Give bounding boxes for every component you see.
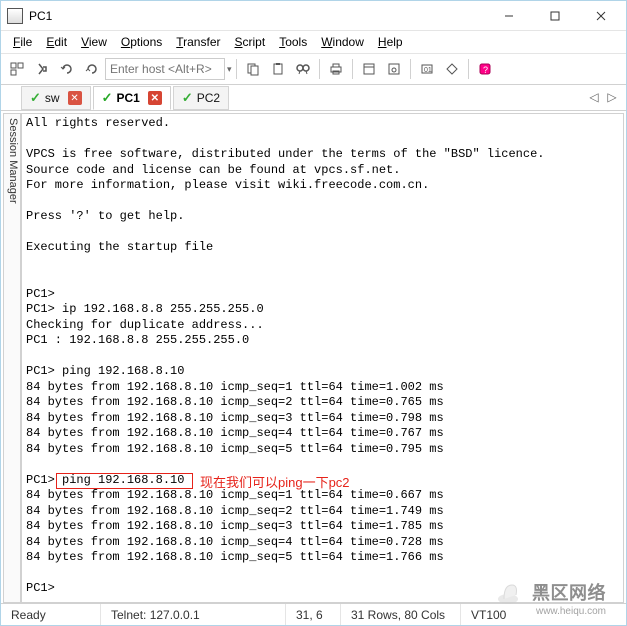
terminal[interactable]: All rights reserved. VPCS is free softwa… bbox=[22, 114, 623, 602]
status-ready: Ready bbox=[1, 604, 101, 625]
window-title: PC1 bbox=[29, 9, 52, 23]
tab-pc2[interactable]: ✓ PC2 bbox=[173, 86, 229, 110]
tab-sw[interactable]: ✓ sw ✕ bbox=[21, 86, 91, 110]
tabbar: ✓sw✕✓PC1✕✓PC2 ◁ ▷ bbox=[1, 85, 626, 111]
tab-scroll-left[interactable]: ◁ bbox=[586, 89, 602, 105]
options-button[interactable] bbox=[382, 57, 406, 81]
tab-label: sw bbox=[45, 91, 60, 105]
menu-item-file[interactable]: File bbox=[7, 33, 38, 51]
status-connection: Telnet: 127.0.0.1 bbox=[101, 604, 286, 625]
svg-text:01: 01 bbox=[424, 67, 432, 74]
check-icon: ✓ bbox=[30, 90, 41, 106]
help-button[interactable]: ? bbox=[473, 57, 497, 81]
tab-label: PC1 bbox=[116, 91, 139, 105]
titlebar: PC1 bbox=[1, 1, 626, 31]
close-button[interactable] bbox=[578, 1, 624, 31]
menu-item-edit[interactable]: Edit bbox=[40, 33, 73, 51]
session-manager-button[interactable] bbox=[5, 57, 29, 81]
menu-item-transfer[interactable]: Transfer bbox=[170, 33, 226, 51]
tab-close-icon[interactable]: ✕ bbox=[68, 91, 82, 105]
statusbar: Ready Telnet: 127.0.0.1 31, 6 31 Rows, 8… bbox=[1, 603, 626, 625]
tab-close-icon[interactable]: ✕ bbox=[148, 91, 162, 105]
status-size: 31 Rows, 80 Cols bbox=[341, 604, 461, 625]
status-cursor: 31, 6 bbox=[286, 604, 341, 625]
app-icon bbox=[7, 8, 23, 24]
tab-pc1[interactable]: ✓PC1 ✕ bbox=[93, 86, 171, 110]
tab-label: PC2 bbox=[197, 91, 220, 105]
check-icon: ✓ bbox=[102, 90, 113, 106]
paste-button[interactable] bbox=[266, 57, 290, 81]
menu-item-view[interactable]: View bbox=[75, 33, 113, 51]
xmodem-button[interactable] bbox=[440, 57, 464, 81]
session-manager-sidebar[interactable]: Session Manager bbox=[3, 113, 21, 603]
disconnect-button[interactable] bbox=[80, 57, 104, 81]
quick-connect-button[interactable] bbox=[30, 57, 54, 81]
maximize-button[interactable] bbox=[532, 1, 578, 31]
tab-scroll-right[interactable]: ▷ bbox=[604, 89, 620, 105]
menu-item-tools[interactable]: Tools bbox=[273, 33, 313, 51]
host-input[interactable] bbox=[105, 58, 225, 80]
find-button[interactable] bbox=[291, 57, 315, 81]
svg-text:?: ? bbox=[483, 65, 488, 75]
copy-button[interactable] bbox=[241, 57, 265, 81]
toolbar: ▾ 01 ? bbox=[1, 53, 626, 85]
menu-item-help[interactable]: Help bbox=[372, 33, 409, 51]
check-icon: ✓ bbox=[182, 90, 193, 106]
menu-item-window[interactable]: Window bbox=[315, 33, 370, 51]
hex-view-button[interactable]: 01 bbox=[415, 57, 439, 81]
print-button[interactable] bbox=[324, 57, 348, 81]
status-terminal-type: VT100 bbox=[461, 604, 516, 625]
host-dropdown-icon[interactable]: ▾ bbox=[227, 64, 232, 75]
menu-item-options[interactable]: Options bbox=[115, 33, 168, 51]
properties-button[interactable] bbox=[357, 57, 381, 81]
menu-item-script[interactable]: Script bbox=[229, 33, 272, 51]
minimize-button[interactable] bbox=[486, 1, 532, 31]
menubar: FileEditViewOptionsTransferScriptToolsWi… bbox=[1, 31, 626, 53]
reconnect-button[interactable] bbox=[55, 57, 79, 81]
